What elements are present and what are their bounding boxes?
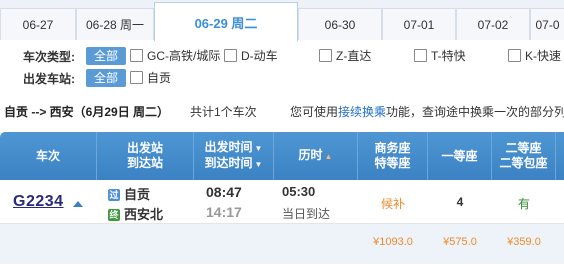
price-row: ¥1093.0 ¥575.0 ¥359.0	[0, 224, 564, 264]
business-seat-price: ¥1093.0	[373, 236, 413, 248]
train-type-all-button[interactable]: 全部	[86, 47, 126, 65]
checkbox-box[interactable]	[130, 71, 143, 84]
pass-station-badge: 过	[108, 189, 120, 201]
header-second-box-label: 二等包座	[499, 156, 548, 170]
header-first-label: 一等座	[441, 148, 478, 163]
header-second-class: 二等座 二等包座	[492, 132, 556, 180]
from-station-name: 自贡	[124, 187, 151, 202]
date-tab-0701[interactable]: 07-01	[382, 8, 456, 40]
second-class-availability: 有	[517, 197, 530, 211]
date-tab-0702[interactable]: 07-02	[456, 8, 530, 40]
header-business-seat: 商务座 特等座	[358, 132, 428, 180]
header-first-class: 一等座	[428, 132, 492, 180]
sort-up-icon[interactable]: ▲	[325, 152, 333, 161]
second-class-price: ¥359.0	[507, 236, 541, 248]
date-tabs: 06-27 06-28 周一 06-29 周二 06-30 07-01 07-0…	[0, 0, 564, 41]
train-type-label: 车次类型:	[23, 50, 75, 64]
hint-prefix: 您可使用	[290, 105, 339, 119]
train-type-row: 车次类型: 全部 GC-高铁/城际 D-动车 Z-直达 T-特快 K-快速	[0, 46, 564, 68]
search-summary: 自贡 --> 西安（6月29日 周二） 共计1个车次 您可使用接续换乘功能，查询…	[0, 101, 564, 123]
train-number-link[interactable]: G2234	[13, 193, 64, 211]
checkbox-box[interactable]	[130, 49, 143, 62]
departure-station-label: 出发车站:	[23, 72, 75, 86]
arrival-day-note: 当日到达	[282, 207, 331, 221]
checkbox-box[interactable]	[508, 49, 521, 62]
terminal-station-badge: 终	[108, 209, 120, 221]
date-tab-0627[interactable]: 06-27	[0, 8, 76, 40]
date-tab-0630[interactable]: 06-30	[298, 8, 382, 40]
arrival-time: 14:17	[206, 204, 242, 220]
header-train-label: 车次	[35, 148, 60, 163]
checkbox-box[interactable]	[224, 49, 237, 62]
route-summary: 自贡 --> 西安（6月29日 周二）	[4, 105, 170, 119]
checkbox-box[interactable]	[414, 49, 427, 62]
business-seat-availability[interactable]: 候补	[363, 195, 423, 212]
filter-gc-checkbox[interactable]: GC-高铁/城际	[130, 48, 220, 64]
first-class-price: ¥575.0	[443, 236, 477, 248]
header-times[interactable]: 出发时间 ▼ 到达时间 ▼	[194, 132, 274, 180]
from-station: 过自贡	[108, 184, 150, 203]
to-station-name: 西安北	[124, 207, 164, 222]
filters-panel: 车次类型: 全部 GC-高铁/城际 D-动车 Z-直达 T-特快 K-快速 出发…	[0, 41, 564, 93]
sort-down-icon[interactable]: ▼	[255, 160, 263, 169]
departure-station-row: 出发车站: 全部 自贡	[0, 68, 564, 90]
filter-gc-label: GC-高铁/城际	[147, 49, 221, 63]
filter-d-checkbox[interactable]: D-动车	[224, 48, 278, 64]
filter-z-checkbox[interactable]: Z-直达	[319, 48, 371, 64]
date-tab-0629[interactable]: 06-29 周二	[154, 2, 298, 41]
header-second-label: 二等座	[505, 141, 542, 155]
header-duration-label: 历时	[298, 148, 323, 162]
header-business-label: 商务座	[374, 141, 411, 155]
filter-d-label: D-动车	[241, 49, 278, 63]
header-train: 车次	[0, 132, 97, 180]
header-dep-time: 出发时间	[204, 140, 253, 154]
sort-arrival-time[interactable]: 到达时间 ▼	[205, 156, 263, 172]
filter-t-checkbox[interactable]: T-特快	[414, 48, 466, 64]
filter-k-checkbox[interactable]: K-快速	[508, 48, 561, 64]
header-special-label: 特等座	[374, 156, 411, 170]
transfer-hint: 您可使用接续换乘功能，查询途中换乘一次的部分列	[290, 101, 564, 123]
duration-value: 05:30	[282, 184, 316, 199]
date-tab-0703[interactable]: 07-0	[530, 8, 564, 40]
station-all-button[interactable]: 全部	[86, 69, 126, 87]
date-tab-0628[interactable]: 06-28 周一	[76, 8, 154, 40]
first-class-availability: 4	[456, 195, 464, 209]
header-arr-time: 到达时间	[204, 156, 253, 170]
header-from-station: 出发站	[126, 141, 163, 155]
to-station: 终西安北	[108, 204, 163, 223]
sort-duration[interactable]: 历时 ▲	[299, 148, 333, 164]
results-table-header: 车次 出发站 到达站 出发时间 ▼ 到达时间 ▼ 历时 ▲ 商务座 特等座 一等座 二…	[0, 132, 564, 180]
transfer-link[interactable]: 接续换乘	[338, 105, 386, 119]
filter-station-zigong-checkbox[interactable]: 自贡	[130, 70, 171, 86]
departure-time: 08:47	[206, 184, 242, 200]
header-duration[interactable]: 历时 ▲	[274, 132, 358, 180]
hint-suffix: 功能，查询途中换乘一次的部分列	[386, 105, 564, 119]
result-count: 共计1个车次	[190, 105, 257, 119]
header-stations: 出发站 到达站	[97, 132, 194, 180]
header-to-station: 到达站	[126, 156, 163, 170]
filter-k-label: K-快速	[525, 49, 562, 63]
filter-z-label: Z-直达	[336, 49, 372, 63]
filter-station-label: 自贡	[147, 71, 172, 85]
sort-down-icon[interactable]: ▼	[255, 144, 263, 153]
table-row: G2234 过自贡 终西安北 08:47 14:17 05:30 当日到达 候补…	[0, 180, 564, 224]
sort-departure-time[interactable]: 出发时间 ▼	[205, 140, 263, 156]
checkbox-box[interactable]	[319, 49, 332, 62]
filter-t-label: T-特快	[431, 49, 466, 63]
expand-stops-icon[interactable]	[73, 201, 83, 207]
